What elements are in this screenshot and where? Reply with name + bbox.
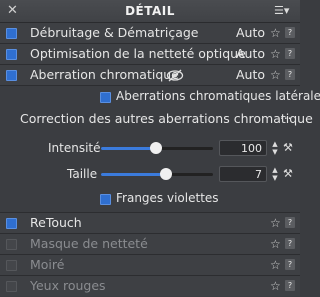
tool-label: Moiré <box>30 257 65 272</box>
favorite-star-icon[interactable]: ☆ <box>270 27 281 39</box>
help-icon[interactable]: ? <box>285 238 295 249</box>
tool-row-lens-sharpness[interactable]: Optimisation de la netteté optique Auto … <box>0 44 300 65</box>
tool-label: Yeux rouges <box>30 278 106 293</box>
panel-header: ✕ DÉTAIL ☰▾ <box>0 0 300 23</box>
tool-enable-checkbox[interactable] <box>6 28 17 39</box>
intensity-slider-knob[interactable] <box>150 142 162 154</box>
lateral-aberration-checkbox[interactable] <box>100 92 111 103</box>
help-icon[interactable]: ? <box>285 48 295 59</box>
tool-row-moire[interactable]: Moiré ☆ ? <box>0 255 300 276</box>
help-icon[interactable]: ? <box>285 217 295 228</box>
purple-fringe-checkbox[interactable] <box>100 194 111 205</box>
tool-mode: Auto <box>236 46 266 61</box>
other-aberration-label: Correction des autres aberrations chroma… <box>20 111 313 126</box>
intensity-stepper[interactable]: ▲ ▼ <box>270 140 280 156</box>
tool-row-denoise[interactable]: Débruitage & Dématriçage Auto ☆ ? <box>0 23 300 44</box>
tool-enable-checkbox[interactable] <box>6 281 17 292</box>
size-slider-fill <box>101 173 167 176</box>
tool-enable-checkbox[interactable] <box>6 239 17 250</box>
tool-enable-checkbox[interactable] <box>6 260 17 271</box>
tool-row-red-eyes[interactable]: Yeux rouges ☆ ? <box>0 276 300 296</box>
help-icon[interactable]: ? <box>285 259 295 270</box>
tool-label: ReTouch <box>30 215 82 230</box>
help-icon[interactable]: ? <box>285 69 295 80</box>
auto-wand-icon[interactable]: ⚒ <box>283 141 293 154</box>
favorite-star-icon[interactable]: ☆ <box>270 69 281 81</box>
purple-fringe-label: Franges violettes <box>116 191 219 205</box>
tool-enable-checkbox[interactable] <box>6 218 17 229</box>
tool-label: Aberration chromatique <box>30 67 179 82</box>
tool-row-unsharp-mask[interactable]: Masque de netteté ☆ ? <box>0 234 300 255</box>
tool-mode: Auto <box>236 67 266 82</box>
size-label: Taille <box>67 167 98 181</box>
other-aberration-more-button[interactable]: ... <box>280 108 291 122</box>
detail-panel: ✕ DÉTAIL ☰▾ Débruitage & Dématriçage Aut… <box>0 0 320 297</box>
favorite-star-icon[interactable]: ☆ <box>270 238 281 250</box>
favorite-star-icon[interactable]: ☆ <box>270 259 281 271</box>
size-slider-knob[interactable] <box>160 168 172 180</box>
intensity-slider-fill <box>101 147 157 150</box>
tool-enable-checkbox[interactable] <box>6 70 17 81</box>
favorite-star-icon[interactable]: ☆ <box>270 280 281 292</box>
auto-wand-icon[interactable]: ⚒ <box>283 167 293 180</box>
lateral-aberration-label: Aberrations chromatiques latérales <box>116 89 320 103</box>
tool-row-retouch[interactable]: ReTouch ☆ ? <box>0 213 300 234</box>
intensity-label: Intensité <box>48 141 101 155</box>
tool-label: Masque de netteté <box>30 236 148 251</box>
menu-icon[interactable]: ☰▾ <box>274 4 294 18</box>
panel-title: DÉTAIL <box>125 4 175 18</box>
favorite-star-icon[interactable]: ☆ <box>270 217 281 229</box>
tool-label: Débruitage & Dématriçage <box>30 25 199 40</box>
size-stepper[interactable]: ▲ ▼ <box>270 166 280 182</box>
tool-mode: Auto <box>236 25 266 40</box>
tool-row-chromatic-aberration[interactable]: Aberration chromatique Auto ☆ ? <box>0 65 300 86</box>
favorite-star-icon[interactable]: ☆ <box>270 48 281 60</box>
help-icon[interactable]: ? <box>285 27 295 38</box>
help-icon[interactable]: ? <box>285 280 295 291</box>
size-value-field[interactable]: 7 <box>219 166 267 182</box>
eye-hidden-icon[interactable] <box>166 69 184 82</box>
tool-label: Optimisation de la netteté optique <box>30 46 246 61</box>
tool-enable-checkbox[interactable] <box>6 49 17 60</box>
intensity-value-field[interactable]: 100 <box>219 140 267 156</box>
